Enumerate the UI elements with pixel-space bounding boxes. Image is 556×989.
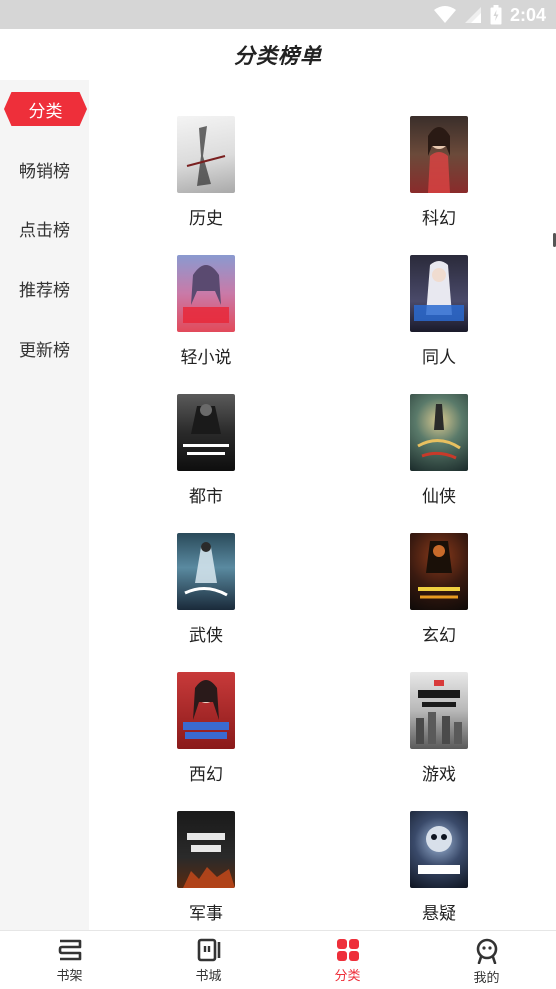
sidebar-item-clicks[interactable]: 点击榜 — [0, 208, 89, 248]
battery-icon — [490, 5, 502, 25]
status-icons: 2:04 — [433, 4, 546, 26]
category-item-scifi[interactable]: 科幻 — [379, 116, 499, 236]
category-label: 仙侠 — [422, 487, 456, 507]
category-cover — [410, 811, 468, 888]
tab-label: 我的 — [473, 971, 500, 986]
category-cover — [177, 116, 235, 193]
sidebar-item-updates[interactable]: 更新榜 — [0, 328, 89, 368]
tab-bookstore[interactable]: 书城 — [139, 931, 278, 989]
category-item-military[interactable]: 军事 — [146, 811, 266, 930]
category-cover — [177, 533, 235, 610]
wifi-icon — [433, 6, 456, 23]
category-item-light-novel[interactable]: 轻小说 — [146, 255, 266, 375]
category-cover — [177, 811, 235, 888]
category-item-xuanhuan[interactable]: 玄幻 — [379, 533, 499, 653]
category-label: 科幻 — [422, 209, 456, 229]
tab-category[interactable]: 分类 — [278, 931, 417, 989]
category-label: 武侠 — [189, 626, 223, 646]
category-cover — [177, 255, 235, 332]
category-item-urban[interactable]: 都市 — [146, 394, 266, 514]
sidebar-item-bestseller[interactable]: 畅销榜 — [0, 149, 89, 189]
category-cover — [410, 394, 468, 471]
category-item-history[interactable]: 历史 — [146, 116, 266, 236]
category-label: 轻小说 — [180, 348, 232, 368]
app-bar: 分类榜单 — [0, 29, 556, 80]
category-item-western-fantasy[interactable]: 西幻 — [146, 672, 266, 792]
category-label: 历史 — [189, 209, 223, 229]
category-sidebar: 分类 畅销榜 点击榜 推荐榜 更新榜 — [0, 80, 89, 930]
category-grid: 历史 科幻 轻小说 同人 都市 仙侠 武侠 玄幻 西幻 游戏 军事 悬疑 — [89, 80, 556, 930]
category-label: 悬疑 — [422, 904, 456, 924]
category-label: 游戏 — [422, 765, 456, 785]
page-title: 分类榜单 — [234, 43, 322, 68]
bookstore-icon — [197, 938, 220, 962]
category-cover — [177, 394, 235, 471]
sidebar-item-label: 更新榜 — [19, 340, 70, 361]
category-item-game[interactable]: 游戏 — [379, 672, 499, 792]
sidebar-item-label: 推荐榜 — [19, 280, 70, 301]
tab-label: 分类 — [334, 969, 361, 984]
category-cover — [410, 255, 468, 332]
sidebar-item-label: 分类 — [28, 101, 63, 122]
sidebar-item-label: 点击榜 — [19, 220, 70, 241]
tab-bookshelf[interactable]: 书架 — [0, 931, 139, 989]
sidebar-item-recommended[interactable]: 推荐榜 — [0, 268, 89, 308]
category-item-wuxia[interactable]: 武侠 — [146, 533, 266, 653]
bookshelf-icon — [58, 939, 81, 961]
tab-profile[interactable]: 我的 — [417, 931, 556, 989]
sidebar-item-label: 畅销榜 — [19, 161, 70, 182]
status-bar: 2:04 — [0, 0, 556, 29]
bottom-tab-bar: 书架 书城 分类 我的 — [0, 930, 556, 989]
category-label: 西幻 — [189, 765, 223, 785]
category-item-mystery[interactable]: 悬疑 — [379, 811, 499, 930]
category-item-xianxia[interactable]: 仙侠 — [379, 394, 499, 514]
category-label: 同人 — [422, 348, 456, 368]
category-cover — [410, 672, 468, 749]
category-cover — [410, 533, 468, 610]
category-cover — [177, 672, 235, 749]
category-label: 军事 — [189, 904, 223, 924]
tab-label: 书架 — [56, 969, 83, 984]
category-grid-icon — [336, 939, 359, 961]
category-cover — [410, 116, 468, 193]
signal-icon — [464, 7, 481, 23]
profile-icon — [476, 938, 497, 964]
category-label: 玄幻 — [422, 626, 456, 646]
category-label: 都市 — [189, 487, 223, 507]
category-item-fanfic[interactable]: 同人 — [379, 255, 499, 375]
sidebar-item-category[interactable]: 分类 — [4, 92, 87, 126]
status-time: 2:04 — [509, 4, 546, 25]
tab-label: 书城 — [195, 969, 222, 984]
